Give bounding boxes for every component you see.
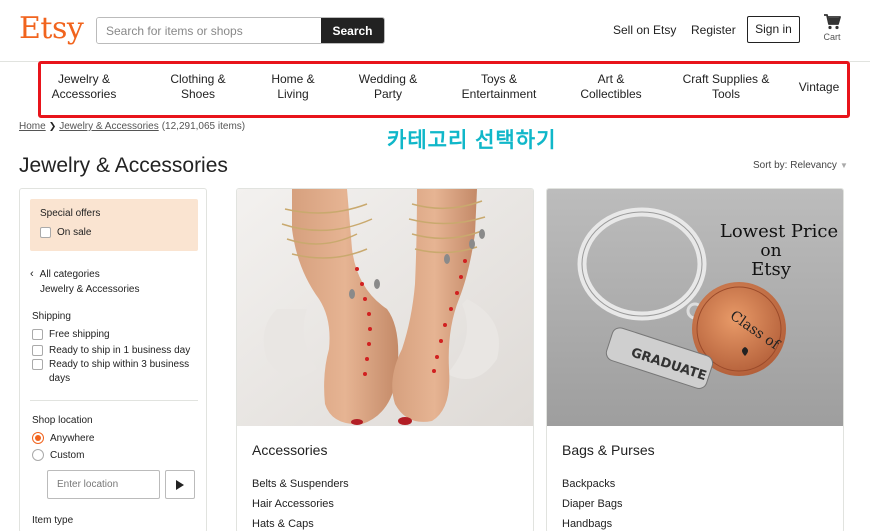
- chevron-left-icon: ‹: [30, 268, 34, 280]
- all-categories-link[interactable]: ‹ All categories: [30, 268, 100, 280]
- free-shipping-checkbox[interactable]: Free shipping: [32, 329, 110, 340]
- card-title[interactable]: Bags & Purses: [562, 442, 655, 458]
- category-card-accessories[interactable]: Accessories Belts & Suspenders Hair Acce…: [236, 188, 534, 531]
- nav-label-line1: Toys &: [480, 72, 517, 86]
- ready-1-day-label: Ready to ship in 1 business day: [49, 345, 191, 356]
- chevron-down-icon: ▼: [839, 161, 848, 170]
- shop-location-heading: Shop location: [32, 415, 93, 426]
- anywhere-label: Anywhere: [50, 432, 95, 444]
- graduation-keychain-photo: GRADUATE Class of Lowest Price on Etsy: [547, 189, 843, 426]
- nav-item-toys-entertainment[interactable]: Toys & Entertainment: [462, 72, 537, 102]
- nav-item-wedding-party[interactable]: Wedding & Party: [359, 72, 417, 102]
- divider: [30, 400, 198, 401]
- barefoot-sandals-photo: [237, 189, 533, 426]
- subcategory-link[interactable]: Handbags: [562, 518, 612, 530]
- on-sale-checkbox[interactable]: On sale: [40, 227, 91, 238]
- nav-label-line2: Living: [277, 87, 309, 101]
- nav-label-line1: Clothing &: [170, 72, 226, 86]
- nav-label-line2: Entertainment: [461, 87, 537, 101]
- nav-label-line1: Craft Supplies &: [682, 72, 770, 86]
- nav-label-line1: Wedding &: [358, 72, 418, 86]
- on-sale-label: On sale: [57, 227, 92, 238]
- checkbox[interactable]: [40, 227, 51, 238]
- radio-selected[interactable]: [32, 432, 44, 444]
- radio[interactable]: [32, 449, 44, 461]
- nav-item-vintage[interactable]: Vintage: [799, 80, 839, 95]
- ready-3-days-label: Ready to ship within 3 business: [49, 359, 190, 370]
- item-count: (12,291,065 items): [161, 121, 246, 132]
- checkbox[interactable]: [32, 329, 43, 340]
- category-nav: Jewelry & Accessories Clothing & Shoes H…: [38, 61, 850, 118]
- category-card-bags-purses[interactable]: GRADUATE Class of Lowest Price on Etsy B…: [546, 188, 844, 531]
- nav-label-line1: Home &: [271, 72, 315, 86]
- nav-item-art-collectibles[interactable]: Art & Collectibles: [580, 72, 641, 102]
- ready-3-days-checkbox[interactable]: Ready to ship within 3 business: [32, 359, 189, 370]
- image-caption-line3: Etsy: [751, 259, 792, 280]
- image-caption-line2: on: [760, 241, 781, 261]
- nav-label-line2: Shoes: [180, 87, 216, 101]
- nav-item-home-living[interactable]: Home & Living: [271, 72, 314, 102]
- location-submit-button[interactable]: [165, 470, 195, 499]
- item-type-heading: Item type: [32, 515, 74, 526]
- chevron-right-icon: ❯: [48, 121, 57, 131]
- subcategory-link[interactable]: Hair Accessories: [252, 498, 334, 510]
- breadcrumb-current[interactable]: Jewelry & Accessories: [59, 121, 158, 132]
- subcategory-link[interactable]: Backpacks: [562, 478, 615, 490]
- location-custom-radio[interactable]: Custom: [32, 449, 84, 461]
- location-input[interactable]: [47, 470, 160, 499]
- nav-item-jewelry-accessories[interactable]: Jewelry & Accessories: [52, 72, 117, 102]
- nav-label-line2: Tools: [711, 87, 740, 101]
- nav-label-line1: Art &: [597, 72, 625, 86]
- breadcrumb: Home ❯ Jewelry & Accessories (12,291,065…: [19, 121, 245, 132]
- sort-dropdown[interactable]: Sort by: Relevancy ▼: [753, 160, 848, 171]
- cart-button[interactable]: Cart: [820, 14, 844, 42]
- search-bar: Search: [96, 17, 385, 44]
- etsy-logo[interactable]: Etsy: [19, 11, 84, 46]
- custom-label: Custom: [50, 449, 85, 461]
- card-title[interactable]: Accessories: [252, 442, 327, 458]
- sort-label: Sort by: Relevancy: [753, 160, 837, 171]
- play-arrow-icon: [176, 479, 184, 490]
- annotation-overlay: 카테고리 선택하기: [387, 129, 557, 152]
- nav-label-line2: Party: [373, 87, 403, 101]
- cart-label: Cart: [823, 32, 841, 42]
- checkbox[interactable]: [32, 345, 43, 356]
- nav-label-line2: Accessories: [51, 87, 117, 101]
- image-caption-line1: Lowest Price: [720, 221, 838, 242]
- ready-3-days-label-cont: days: [49, 373, 71, 384]
- sell-on-etsy-link[interactable]: Sell on Etsy: [613, 23, 676, 37]
- register-link[interactable]: Register: [691, 23, 736, 37]
- sign-in-button[interactable]: Sign in: [747, 16, 800, 43]
- ready-1-day-checkbox[interactable]: Ready to ship in 1 business day: [32, 345, 190, 356]
- page-title: Jewelry & Accessories: [19, 154, 228, 177]
- site-header: Etsy Search Sell on Etsy Register Sign i…: [0, 0, 870, 62]
- nav-label-line2: Collectibles: [580, 87, 642, 101]
- breadcrumb-home[interactable]: Home: [19, 121, 46, 132]
- current-category: Jewelry & Accessories: [40, 284, 140, 295]
- subcategory-link[interactable]: Belts & Suspenders: [252, 478, 349, 490]
- subcategory-link[interactable]: Hats & Caps: [252, 518, 314, 530]
- nav-label-line1: Jewelry &: [57, 72, 110, 86]
- nav-item-clothing-shoes[interactable]: Clothing & Shoes: [170, 72, 225, 102]
- special-offers-title: Special offers: [40, 208, 101, 219]
- nav-label-line1: Vintage: [798, 80, 840, 94]
- all-categories-label: All categories: [39, 268, 100, 280]
- free-shipping-label: Free shipping: [49, 329, 110, 340]
- search-button[interactable]: Search: [321, 18, 384, 43]
- shipping-heading: Shipping: [32, 311, 71, 322]
- checkbox[interactable]: [32, 359, 43, 370]
- subcategory-link[interactable]: Diaper Bags: [562, 498, 623, 510]
- nav-item-craft-supplies-tools[interactable]: Craft Supplies & Tools: [683, 72, 770, 102]
- location-anywhere-radio[interactable]: Anywhere: [32, 432, 94, 444]
- cart-icon: [824, 14, 841, 30]
- filter-sidebar: Special offers On sale ‹ All categories …: [19, 188, 207, 531]
- search-input[interactable]: [97, 18, 321, 43]
- special-offers-box: Special offers On sale: [30, 199, 198, 251]
